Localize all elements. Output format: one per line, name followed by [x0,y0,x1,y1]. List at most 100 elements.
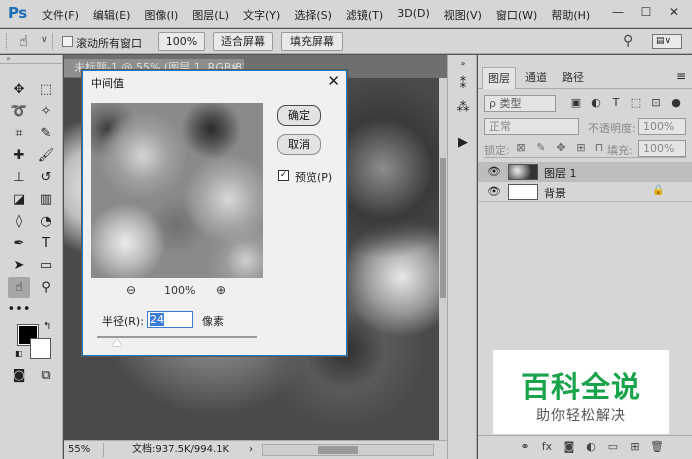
menu-type[interactable]: 文字(Y) [243,7,280,23]
more-tools-icon[interactable]: ••• [8,299,31,320]
new-layer-icon[interactable]: ⊞ [626,440,644,453]
menu-filter[interactable]: 滤镜(T) [346,7,383,23]
visibility-eye-icon[interactable]: 👁 [487,165,501,178]
maximize-button[interactable]: ☐ [636,3,656,21]
healing-brush-icon[interactable]: ✚ [8,145,30,166]
fit-screen-button[interactable]: 适合屏幕 [213,32,273,51]
lock-all-icon[interactable]: ⊓ [592,141,606,154]
zoom-in-icon[interactable]: ⊕ [216,283,226,297]
dodge-tool-icon[interactable]: ◔ [35,211,57,232]
background-color-swatch[interactable] [30,338,51,359]
clone-stamp-icon[interactable]: ⊥ [8,167,30,188]
hand-tool-preset-icon[interactable]: ☝ [19,32,28,50]
horizontal-scroll-thumb[interactable] [318,446,358,454]
shape-filter-icon[interactable]: ⬚ [628,96,644,109]
adjustment-filter-icon[interactable]: ◐ [588,96,604,109]
visibility-eye-icon[interactable]: 👁 [487,185,501,198]
hand-tool-icon[interactable]: ☝ [8,277,30,298]
radius-input[interactable]: 24 [147,311,193,328]
menu-window[interactable]: 窗口(W) [496,7,537,23]
quick-mask-icon[interactable]: ◙ [8,365,30,386]
scroll-all-windows-checkbox[interactable] [62,36,73,47]
tab-layers[interactable]: 图层 [482,67,516,89]
menu-view[interactable]: 视图(V) [444,7,482,23]
layer-row[interactable]: 👁 图层 1 [478,162,692,182]
history-panel-icon[interactable]: ⁑ [454,77,472,95]
zoom-level[interactable]: 55% [68,443,104,457]
type-filter-icon[interactable]: T [608,96,624,109]
lock-transparency-icon[interactable]: ⊠ [514,141,528,154]
chevron-down-icon[interactable]: ∨ [41,35,48,45]
status-menu-arrow-icon[interactable]: › [249,443,253,457]
blur-tool-icon[interactable]: ◊ [8,211,30,232]
path-selection-icon[interactable]: ➤ [8,255,30,276]
zoom-out-icon[interactable]: ⊖ [126,283,136,297]
eyedropper-icon[interactable]: ✎ [35,123,57,144]
layer-style-icon[interactable]: fx [538,440,556,453]
menu-select[interactable]: 选择(S) [294,7,332,23]
actions-panel-icon[interactable]: ▶ [454,135,472,153]
filter-preview[interactable] [91,103,263,278]
zoom-100-button[interactable]: 100% [158,32,205,51]
workspace-switcher[interactable]: ▤∨ [652,34,682,49]
radius-slider[interactable] [97,336,257,338]
horizontal-scrollbar[interactable] [262,444,434,456]
fill-input[interactable]: 100% [638,140,686,157]
fill-screen-button[interactable]: 填充屏幕 [281,32,343,51]
magic-wand-icon[interactable]: ✧ [35,101,57,122]
crop-tool-icon[interactable]: ⌗ [8,123,30,144]
lock-position-icon[interactable]: ✥ [554,141,568,154]
eraser-tool-icon[interactable]: ◪ [8,189,30,210]
marquee-tool-icon[interactable]: ⬚ [35,79,57,100]
rectangle-tool-icon[interactable]: ▭ [35,255,57,276]
radius-slider-thumb[interactable] [112,339,122,346]
blend-mode-select[interactable]: 正常 [484,118,579,135]
move-tool-icon[interactable]: ✥ [8,79,30,100]
lock-artboard-icon[interactable]: ⊞ [574,141,588,154]
menu-layer[interactable]: 图层(L) [192,7,229,23]
add-mask-icon[interactable]: ◙ [560,440,578,453]
swap-colors-icon[interactable]: ↰ [43,321,51,332]
minimize-button[interactable]: — [608,3,628,21]
type-tool-icon[interactable]: T [35,233,57,254]
link-layers-icon[interactable]: ⚭ [516,440,534,453]
zoom-tool-icon[interactable]: ⚲ [35,277,57,298]
delete-layer-icon[interactable]: 🗑 [648,440,666,453]
menu-3d[interactable]: 3D(D) [397,7,430,23]
panel-menu-icon[interactable]: ≡ [676,69,686,83]
menu-edit[interactable]: 编辑(E) [93,7,131,23]
filter-toggle-icon[interactable]: ● [668,96,684,109]
screen-mode-icon[interactable]: ⧉ [35,365,57,386]
close-window-button[interactable]: ✕ [664,3,684,21]
preview-checkbox[interactable]: ✓ [278,170,289,181]
tab-paths[interactable]: 路径 [556,67,590,89]
default-colors-icon[interactable]: ◧ [15,349,23,358]
cancel-button[interactable]: 取消 [277,134,321,155]
menu-help[interactable]: 帮助(H) [551,7,590,23]
vertical-scrollbar[interactable] [439,78,447,440]
tab-channels[interactable]: 通道 [519,67,553,89]
opacity-input[interactable]: 100% [638,118,686,135]
layer-filter-select[interactable]: ρ 类型 [484,95,556,112]
gradient-tool-icon[interactable]: ▥ [35,189,57,210]
ok-button[interactable]: 确定 [277,105,321,126]
new-group-icon[interactable]: ▭ [604,440,622,453]
lasso-tool-icon[interactable]: ➰ [8,101,30,122]
menu-image[interactable]: 图像(I) [144,7,178,23]
options-grip[interactable] [6,33,9,50]
adjustment-layer-icon[interactable]: ◐ [582,440,600,453]
lock-pixels-icon[interactable]: ✎ [534,141,548,154]
pen-tool-icon[interactable]: ✒ [8,233,30,254]
layer-row[interactable]: 👁 背景 🔒 [478,182,692,202]
dialog-close-icon[interactable]: ✕ [327,72,340,90]
strip-grip[interactable]: » [454,59,472,77]
menu-file[interactable]: 文件(F) [42,7,79,23]
history-brush-icon[interactable]: ↺ [35,167,57,188]
vertical-scroll-thumb[interactable] [440,158,446,298]
brush-tool-icon[interactable]: 🖌 [35,145,57,166]
smart-object-filter-icon[interactable]: ⊡ [648,96,664,109]
pixel-filter-icon[interactable]: ▣ [568,96,584,109]
properties-panel-icon[interactable]: ⁂ [454,100,472,118]
search-icon[interactable]: ⚲ [623,33,633,49]
toolbar-header[interactable]: » [0,55,62,64]
